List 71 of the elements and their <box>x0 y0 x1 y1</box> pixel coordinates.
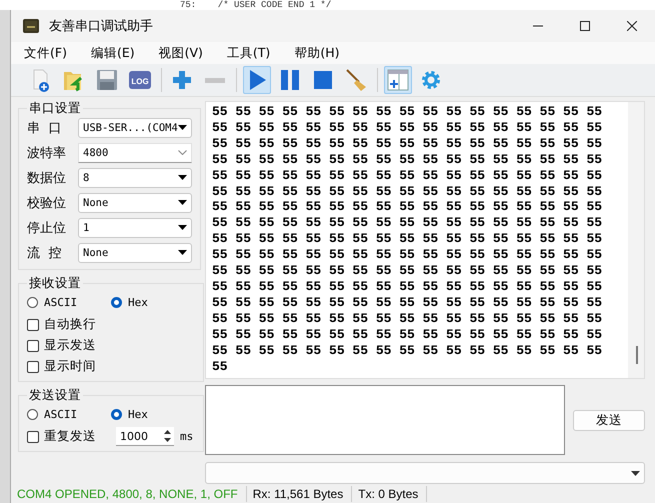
data-line: 55 55 55 55 55 55 55 55 55 55 55 55 55 55 55 55 55 <box>212 152 604 168</box>
data-line: 55 55 55 55 55 55 55 55 55 55 55 55 55 55 55 55 55 <box>212 184 604 200</box>
scrollbar-thumb[interactable] <box>636 346 638 364</box>
field-label: 流 控 <box>27 244 62 262</box>
caret-down-icon <box>178 250 187 255</box>
radio-button[interactable]: ASCII <box>27 408 111 420</box>
data-line: 55 55 55 55 55 55 55 55 55 55 55 55 55 55 55 55 55 <box>212 168 604 184</box>
unit-label: ms <box>180 430 194 443</box>
scrollbar[interactable] <box>628 102 644 378</box>
toolbar-button[interactable] <box>243 66 271 94</box>
radio-button[interactable]: Hex <box>111 408 195 420</box>
menu-item[interactable]: 工具(T) <box>224 44 278 62</box>
data-line: 55 <box>212 358 229 374</box>
dropdown[interactable]: USB-SER...(COM4 <box>78 118 192 138</box>
data-line: 55 55 55 55 55 55 55 55 55 55 55 55 55 55 55 55 55 <box>212 342 604 358</box>
caret-down-icon <box>178 225 187 230</box>
window-add-icon <box>385 67 411 93</box>
field-label: 停止位 <box>27 220 67 236</box>
data-line: 55 55 55 55 55 55 55 55 55 55 55 55 55 55 55 55 55 <box>212 199 604 216</box>
status-text: Rx: 11,561 Bytes <box>246 486 352 502</box>
data-line: 55 55 55 55 55 55 55 55 55 55 55 55 55 55 55 55 55 <box>212 120 604 136</box>
group-title: 串口设置 <box>28 101 82 115</box>
dropdown[interactable]: 8 <box>78 168 192 188</box>
send-button[interactable]: 发送 <box>573 410 645 430</box>
dropdown[interactable]: None <box>78 192 192 212</box>
group-title: 发送设置 <box>28 388 82 402</box>
data-line: 55 55 55 55 55 55 55 55 55 55 55 55 55 55 55 55 55 <box>212 310 604 327</box>
group-title: 接收设置 <box>28 276 82 290</box>
field-label: 校验位 <box>27 194 67 212</box>
field-label: 波特率 <box>27 144 67 162</box>
chevron-down-icon <box>178 150 187 155</box>
minus-icon <box>205 78 225 82</box>
checkbox[interactable]: 重复发送 <box>27 426 96 447</box>
data-line: 55 55 55 55 55 55 55 55 55 55 55 55 55 55 55 55 55 <box>212 215 604 232</box>
data-line: 55 55 55 55 55 55 55 55 55 55 55 55 55 55 55 55 55 <box>212 294 604 311</box>
menu-item[interactable]: 编辑(E) <box>88 44 143 62</box>
dropdown[interactable]: 4800 <box>78 142 192 162</box>
dropdown[interactable]: None <box>78 242 192 262</box>
toolbar-button[interactable]: LOG <box>126 66 154 94</box>
interval-spinbox[interactable]: 1000 <box>116 427 174 446</box>
radio-button[interactable]: Hex <box>111 296 195 308</box>
field-label: 串 口 <box>27 120 62 136</box>
toolbar-button[interactable] <box>384 66 412 94</box>
data-line: 55 55 55 55 55 55 55 55 55 55 55 55 55 55 55 55 55 <box>212 231 604 248</box>
data-line: 55 55 55 55 55 55 55 55 55 55 55 55 55 55 55 55 55 <box>212 136 604 152</box>
data-line: 55 55 55 55 55 55 55 55 55 55 55 55 55 55 55 55 55 <box>212 247 604 264</box>
caret-down-icon <box>631 470 640 476</box>
caret-down-icon <box>178 125 187 130</box>
status-text: COM4 OPENED, 4800, 8, NONE, 1, OFF <box>11 486 247 502</box>
field-label: 数据位 <box>27 170 67 186</box>
caret-down-icon <box>178 175 187 180</box>
app-icon <box>23 19 39 33</box>
window-title: 友善串口调试助手 <box>49 18 153 35</box>
spin-arrows-icon <box>163 429 172 443</box>
menu-item[interactable]: 帮助(H) <box>291 44 348 62</box>
checkbox[interactable]: 自动换行 <box>27 314 195 335</box>
menu-item[interactable]: 视图(V) <box>156 44 211 62</box>
dropdown[interactable]: 1 <box>78 218 192 238</box>
caret-down-icon <box>178 200 187 205</box>
maximize-icon[interactable] <box>580 21 590 31</box>
data-line: 55 55 55 55 55 55 55 55 55 55 55 55 55 55 55 55 55 <box>212 326 604 343</box>
status-text: Tx: 0 Bytes <box>352 486 428 502</box>
send-input[interactable] <box>205 385 565 455</box>
data-line: 55 55 55 55 55 55 55 55 55 55 55 55 55 55 55 55 55 <box>212 278 604 295</box>
checkbox[interactable]: 显示发送 <box>27 335 195 356</box>
data-line: 55 55 55 55 55 55 55 55 55 55 55 55 55 55 55 55 55 <box>212 263 604 279</box>
close-icon[interactable] <box>626 21 636 31</box>
menu-item[interactable]: 文件(F) <box>21 44 75 62</box>
data-line: 55 55 55 55 55 55 55 55 55 55 55 55 55 55 55 55 55 <box>212 104 604 120</box>
checkbox[interactable]: 显示时间 <box>27 356 195 377</box>
radio-button[interactable]: ASCII <box>27 296 111 308</box>
